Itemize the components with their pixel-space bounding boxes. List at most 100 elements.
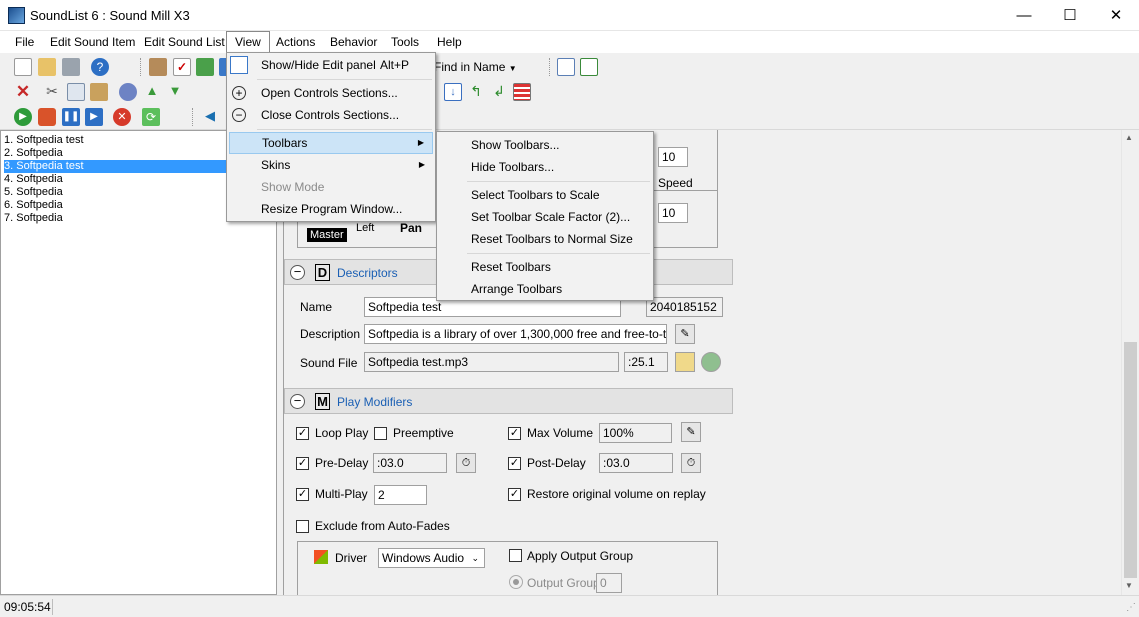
pre-delay-timer-icon[interactable]: ⏱	[456, 453, 476, 473]
menu-item-resize-window[interactable]: Resize Program Window...	[229, 198, 433, 220]
move-up-icon[interactable]: ▲	[143, 83, 161, 101]
new-icon[interactable]	[14, 58, 32, 76]
play-icon[interactable]: ▶	[14, 108, 32, 126]
collapse-icon[interactable]: −	[290, 394, 305, 409]
menu-item-hide-toolbars[interactable]: Hide Toolbars...	[439, 156, 651, 178]
menu-item-set-scale-factor[interactable]: Set Toolbar Scale Factor (2)...	[439, 206, 651, 228]
return-down-icon[interactable]: ↲	[490, 83, 508, 101]
arrow-down-icon[interactable]: ↓	[444, 83, 462, 101]
menu-item-arrange-toolbars[interactable]: Arrange Toolbars	[439, 278, 651, 300]
shortcut-label: Alt+P	[380, 58, 410, 72]
stop-icon[interactable]	[38, 108, 56, 126]
list-view-icon[interactable]	[557, 58, 575, 76]
cut-icon[interactable]: ✂	[43, 83, 61, 101]
menu-help[interactable]: Help	[429, 31, 470, 53]
scroll-down-icon[interactable]: ▼	[1125, 581, 1133, 590]
menu-edit-sound-item[interactable]: Edit Sound Item	[42, 31, 143, 53]
exclude-auto-fades-checkbox[interactable]	[296, 520, 309, 533]
pause-icon[interactable]: ❚❚	[62, 108, 80, 126]
toolbar-separator	[549, 58, 550, 76]
pre-delay-field[interactable]: :03.0	[373, 453, 447, 473]
edit-volume-icon[interactable]: ✎	[681, 422, 701, 442]
scrollbar-thumb[interactable]	[1124, 342, 1137, 578]
driver-select[interactable]: Windows Audio ⌄	[378, 548, 485, 568]
loop-play-checkbox[interactable]: ✓	[296, 427, 309, 440]
back-icon[interactable]: ◀	[201, 108, 219, 126]
link-icon[interactable]	[701, 352, 721, 372]
multi-play-field[interactable]: 2	[374, 485, 427, 505]
scroll-up-icon[interactable]: ▲	[1125, 133, 1133, 142]
menu-item-toolbars[interactable]: Toolbars ▶	[229, 132, 433, 154]
status-bar: 09:05:54 ⋰	[0, 595, 1139, 617]
save-icon[interactable]	[62, 58, 80, 76]
toolbar-area: ? ✓ Find in Name ▼ ✕ ✂ ▲ ▼ ↓ ↰ ↲ ▶ ❚❚ ▶ …	[0, 53, 1139, 130]
copy-icon[interactable]	[67, 83, 85, 101]
cancel-icon[interactable]: ✕	[113, 108, 131, 126]
post-delay-field[interactable]: :03.0	[599, 453, 673, 473]
pan-value-field[interactable]: 10	[658, 203, 688, 223]
pre-delay-checkbox[interactable]: ✓	[296, 457, 309, 470]
app-icon	[8, 7, 25, 24]
apply-output-group-checkbox[interactable]	[509, 549, 522, 562]
find-icon[interactable]	[119, 83, 137, 101]
checklist-icon[interactable]: ✓	[173, 58, 191, 76]
play-view-icon[interactable]	[580, 58, 598, 76]
vertical-scrollbar[interactable]: ▲ ▼	[1121, 130, 1138, 595]
help-icon[interactable]: ?	[91, 58, 109, 76]
pre-delay-label: Pre-Delay	[315, 456, 369, 470]
menu-actions[interactable]: Actions	[268, 31, 323, 53]
speed-value-field[interactable]: 10	[658, 147, 688, 167]
output-group-radio[interactable]	[509, 575, 523, 589]
windows-icon	[314, 550, 328, 564]
properties-icon[interactable]	[149, 58, 167, 76]
descriptors-title: Descriptors	[337, 266, 398, 280]
menu-item-open-controls[interactable]: Open Controls Sections...	[229, 82, 433, 104]
collapse-icon[interactable]: −	[290, 265, 305, 280]
description-field[interactable]: Softpedia is a library of over 1,300,000…	[364, 324, 667, 344]
sound-file-field[interactable]: Softpedia test.mp3	[364, 352, 619, 372]
max-volume-checkbox[interactable]: ✓	[508, 427, 521, 440]
menu-separator	[257, 129, 432, 130]
repeat-icon[interactable]: ⟳	[142, 108, 160, 126]
menu-item-close-controls[interactable]: Close Controls Sections...	[229, 104, 433, 126]
max-volume-field[interactable]: 100%	[599, 423, 672, 443]
paste-icon[interactable]	[90, 83, 108, 101]
list-icon[interactable]	[513, 83, 531, 101]
driver-group	[297, 541, 718, 595]
resize-grip-icon[interactable]: ⋰	[1126, 602, 1136, 613]
menu-item-skins[interactable]: Skins ▶	[229, 154, 433, 176]
play-modifiers-section-header[interactable]: − M Play Modifiers	[284, 388, 733, 414]
post-delay-checkbox[interactable]: ✓	[508, 457, 521, 470]
edit-description-icon[interactable]: ✎	[675, 324, 695, 344]
delete-icon[interactable]: ✕	[14, 83, 32, 101]
menu-item-select-toolbars-scale[interactable]: Select Toolbars to Scale	[439, 184, 651, 206]
toolbar-separator	[140, 58, 141, 76]
submenu-arrow-icon: ▶	[417, 138, 424, 147]
menu-tools[interactable]: Tools	[383, 31, 427, 53]
maximize-button[interactable]: ☐	[1047, 0, 1093, 31]
close-button[interactable]: ✕	[1093, 0, 1139, 31]
minimize-button[interactable]: —	[1001, 0, 1047, 31]
menu-view[interactable]: View	[226, 31, 270, 53]
preemptive-checkbox[interactable]	[374, 427, 387, 440]
menu-item-reset-toolbars[interactable]: Reset Toolbars	[439, 256, 651, 278]
menu-item-show-hide-edit-panel[interactable]: Show/Hide Edit panel Alt+P	[229, 54, 433, 76]
open-folder-icon[interactable]	[38, 58, 56, 76]
menu-edit-sound-list[interactable]: Edit Sound List	[136, 31, 233, 53]
list-item-selected[interactable]: 3. Softpedia test	[4, 160, 228, 173]
move-down-icon[interactable]: ▼	[166, 83, 184, 101]
post-delay-timer-icon[interactable]: ⏱	[681, 453, 701, 473]
menu-behavior[interactable]: Behavior	[322, 31, 385, 53]
find-in-name-dropdown[interactable]: Find in Name ▼	[434, 58, 517, 78]
menu-item-show-toolbars[interactable]: Show Toolbars...	[439, 134, 651, 156]
browse-folder-icon[interactable]	[675, 352, 695, 372]
menu-item-reset-normal-size[interactable]: Reset Toolbars to Normal Size	[439, 228, 651, 250]
next-icon[interactable]: ▶	[85, 108, 103, 126]
menu-file[interactable]: File	[7, 31, 42, 53]
return-up-icon[interactable]: ↰	[467, 83, 485, 101]
radio-dot	[513, 579, 519, 585]
descriptors-badge-icon: D	[315, 264, 330, 281]
refresh-doc-icon[interactable]	[196, 58, 214, 76]
restore-volume-checkbox[interactable]: ✓	[508, 488, 521, 501]
multi-play-checkbox[interactable]: ✓	[296, 488, 309, 501]
